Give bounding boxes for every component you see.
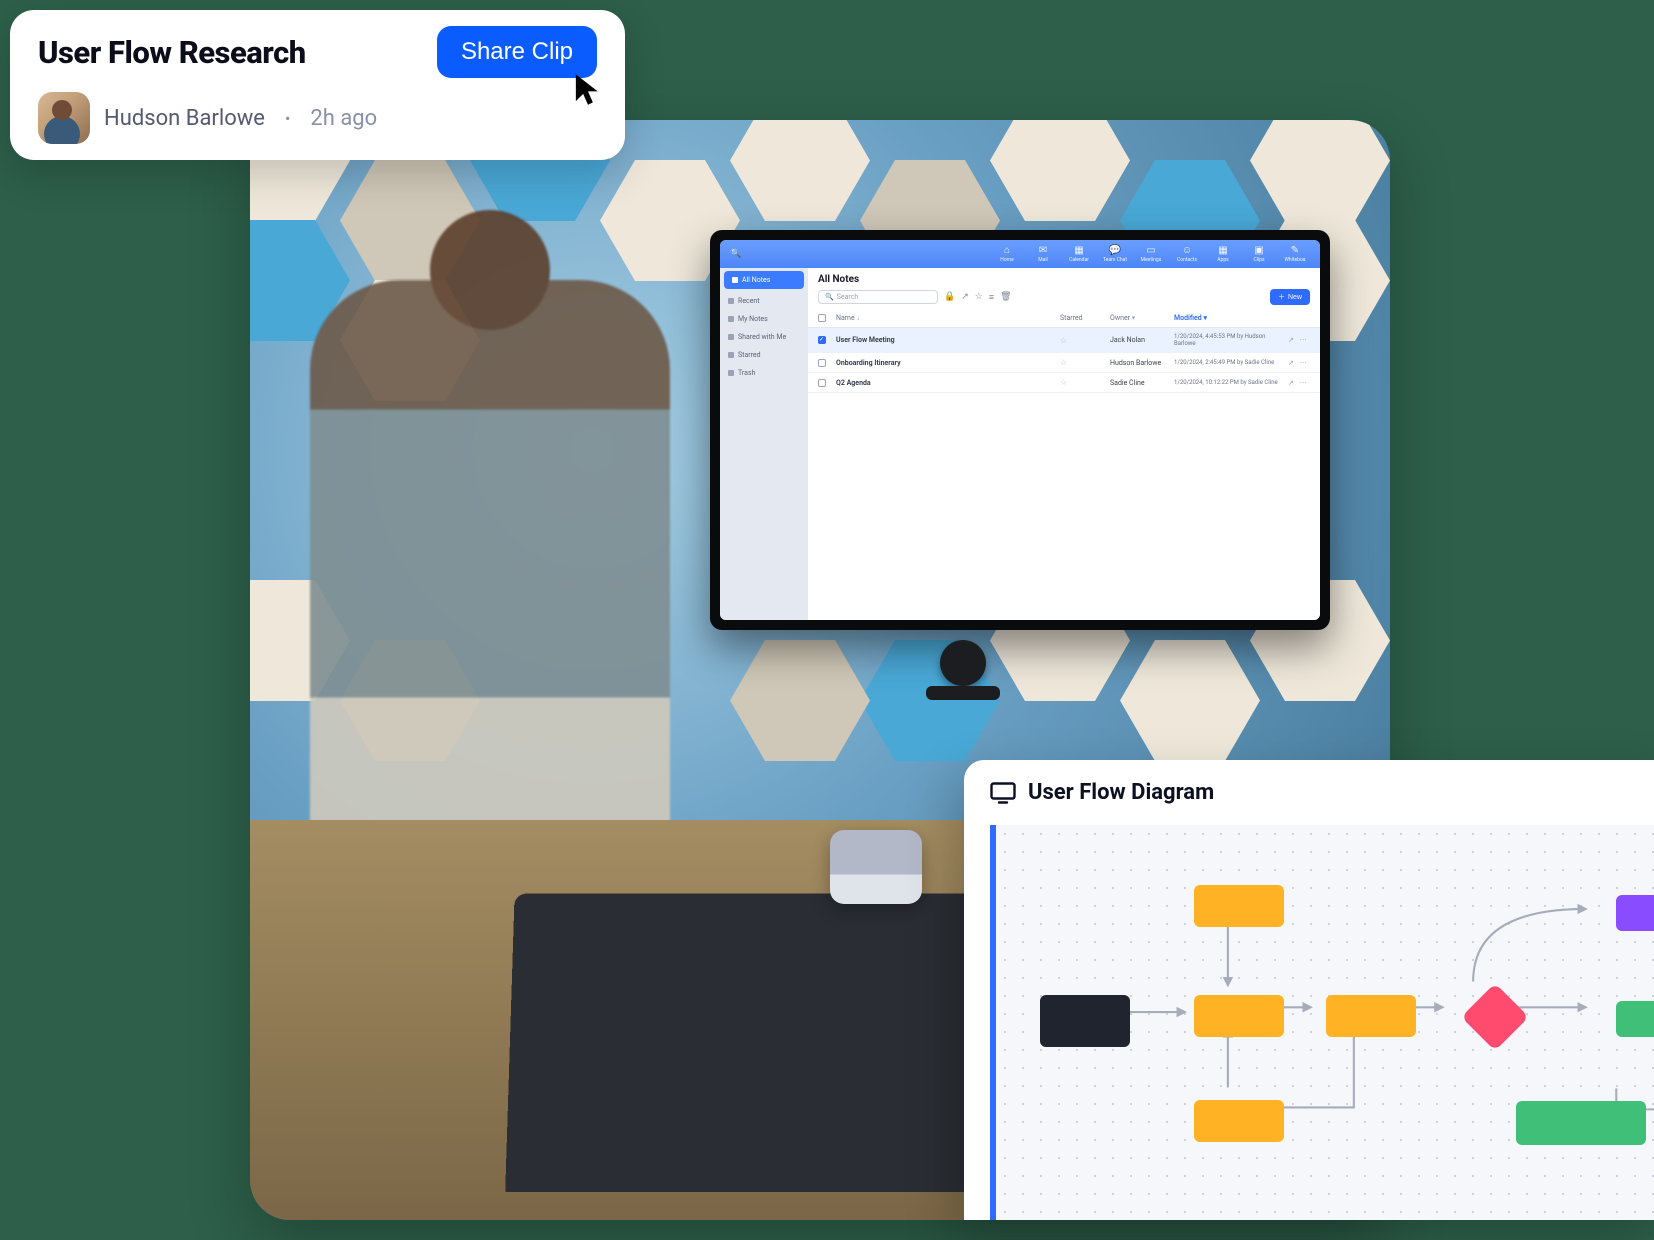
notes-search-input[interactable]: 🔍 Search bbox=[818, 290, 938, 304]
tv-screen: 🔍 ⌂Home✉Mail▦Calendar💬Team Chat▭Meetings… bbox=[710, 230, 1330, 630]
col-name: Name ↓ bbox=[836, 314, 1056, 322]
trash-icon[interactable]: 🗑 bbox=[1000, 292, 1011, 302]
row-checkbox[interactable] bbox=[818, 359, 826, 367]
star-icon[interactable]: ☆ bbox=[975, 292, 983, 302]
notes-title: All Notes bbox=[808, 268, 1320, 289]
row-owner: Jack Nolan bbox=[1110, 336, 1170, 344]
row-modified: 1/20/2024, 4:45:53 PM by Hudson Barlowe bbox=[1174, 333, 1284, 347]
flow-node-start[interactable] bbox=[1040, 995, 1130, 1047]
app-sidebar: All Notes RecentMy NotesShared with MeSta… bbox=[720, 268, 808, 620]
separator-dot: • bbox=[285, 109, 290, 128]
monitor-icon bbox=[990, 782, 1016, 804]
col-owner: Owner ▾ bbox=[1110, 314, 1170, 322]
select-all-checkbox[interactable] bbox=[818, 314, 826, 322]
webcam bbox=[940, 640, 986, 686]
video-thumbnail[interactable] bbox=[830, 830, 922, 904]
row-star[interactable]: ☆ bbox=[1060, 358, 1106, 367]
laptop bbox=[505, 894, 995, 1192]
nav-team-chat[interactable]: 💬Team Chat bbox=[1100, 246, 1130, 263]
row-actions[interactable]: ↗ ⋯ bbox=[1288, 336, 1310, 344]
diagram-title: User Flow Diagram bbox=[1028, 780, 1214, 805]
lock-icon[interactable]: 🔒 bbox=[944, 292, 955, 302]
flow-node-step-bottom[interactable] bbox=[1194, 1100, 1284, 1142]
flow-node-result-b[interactable] bbox=[1616, 1001, 1654, 1037]
table-row[interactable]: Q2 Agenda ☆ Sadie Cline 1/20/2024, 10:12:22… bbox=[808, 373, 1320, 393]
row-name: User Flow Meeting bbox=[836, 336, 1056, 344]
nav-mail[interactable]: ✉Mail bbox=[1028, 246, 1058, 263]
sidebar-item-my-notes[interactable]: My Notes bbox=[720, 310, 808, 328]
row-checkbox[interactable] bbox=[818, 336, 826, 344]
row-modified: 1/20/2024, 2:45:49 PM by Sadie Cline bbox=[1174, 359, 1284, 366]
col-starred: Starred bbox=[1060, 314, 1106, 322]
sidebar-item-starred[interactable]: Starred bbox=[720, 346, 808, 364]
row-name: Q2 Agenda bbox=[836, 379, 1056, 387]
row-modified: 1/20/2024, 10:12:22 PM by Sadie Cline bbox=[1174, 379, 1284, 386]
share-icon[interactable]: ↗ bbox=[961, 292, 969, 302]
search-placeholder: Search bbox=[837, 293, 859, 301]
notes-app: 🔍 ⌂Home✉Mail▦Calendar💬Team Chat▭Meetings… bbox=[720, 240, 1320, 620]
table-row[interactable]: Onboarding Itinerary ☆ Hudson Barlowe 1/20/… bbox=[808, 353, 1320, 373]
row-actions[interactable]: ↗ ⋯ bbox=[1288, 359, 1310, 367]
nav-contacts[interactable]: ☺Contacts bbox=[1172, 246, 1202, 263]
row-actions[interactable]: ↗ ⋯ bbox=[1288, 379, 1310, 387]
diagram-card: User Flow Diagram bbox=[964, 760, 1654, 1220]
row-star[interactable]: ☆ bbox=[1060, 378, 1106, 387]
flow-node-decision[interactable] bbox=[1461, 983, 1529, 1051]
new-note-button[interactable]: ＋ New bbox=[1270, 289, 1310, 305]
sidebar-item-trash[interactable]: Trash bbox=[720, 364, 808, 382]
flow-node-step-a[interactable] bbox=[1194, 995, 1284, 1037]
filter-icon[interactable]: ≡ bbox=[989, 292, 994, 303]
row-name: Onboarding Itinerary bbox=[836, 359, 1056, 367]
plus-icon: ＋ bbox=[1278, 292, 1285, 302]
sidebar-item-shared-with-me[interactable]: Shared with Me bbox=[720, 328, 808, 346]
row-star[interactable]: ☆ bbox=[1060, 336, 1106, 345]
flow-node-step-top[interactable] bbox=[1194, 885, 1284, 927]
row-owner: Sadie Cline bbox=[1110, 379, 1170, 387]
clip-card: User Flow Research Share Clip Hudson Bar… bbox=[10, 10, 625, 160]
nav-home[interactable]: ⌂Home bbox=[992, 246, 1022, 263]
table-header: Name ↓ Starred Owner ▾ Modified ▾ bbox=[808, 309, 1320, 328]
clip-title: User Flow Research bbox=[38, 34, 306, 71]
author-avatar[interactable] bbox=[38, 92, 90, 144]
app-topbar: 🔍 ⌂Home✉Mail▦Calendar💬Team Chat▭Meetings… bbox=[720, 240, 1320, 268]
nav-calendar[interactable]: ▦Calendar bbox=[1064, 246, 1094, 263]
diagram-canvas[interactable] bbox=[990, 825, 1654, 1220]
sidebar-item-all-notes[interactable]: All Notes bbox=[724, 271, 804, 289]
new-label: New bbox=[1288, 294, 1302, 301]
col-modified: Modified ▾ bbox=[1174, 314, 1284, 322]
nav-clips[interactable]: ▣Clips bbox=[1244, 246, 1274, 263]
clip-time: 2h ago bbox=[310, 106, 377, 131]
flow-node-step-b[interactable] bbox=[1326, 995, 1416, 1037]
sidebar-item-recent[interactable]: Recent bbox=[720, 292, 808, 310]
share-clip-button[interactable]: Share Clip bbox=[437, 26, 597, 78]
nav-apps[interactable]: ▦Apps bbox=[1208, 246, 1238, 263]
table-row[interactable]: User Flow Meeting ☆ Jack Nolan 1/20/2024, 4… bbox=[808, 328, 1320, 353]
flow-node-result-c[interactable] bbox=[1516, 1101, 1646, 1145]
author-name[interactable]: Hudson Barlowe bbox=[104, 106, 265, 131]
row-checkbox[interactable] bbox=[818, 379, 826, 387]
nav-whiteboa[interactable]: ✎Whiteboa bbox=[1280, 246, 1310, 263]
share-clip-label: Share Clip bbox=[461, 38, 573, 65]
app-main: All Notes 🔍 Search 🔒 ↗ ☆ ≡ 🗑 ＋ bbox=[808, 268, 1320, 620]
row-owner: Hudson Barlowe bbox=[1110, 359, 1170, 367]
nav-meetings[interactable]: ▭Meetings bbox=[1136, 246, 1166, 263]
flow-node-result-a[interactable] bbox=[1616, 895, 1654, 931]
